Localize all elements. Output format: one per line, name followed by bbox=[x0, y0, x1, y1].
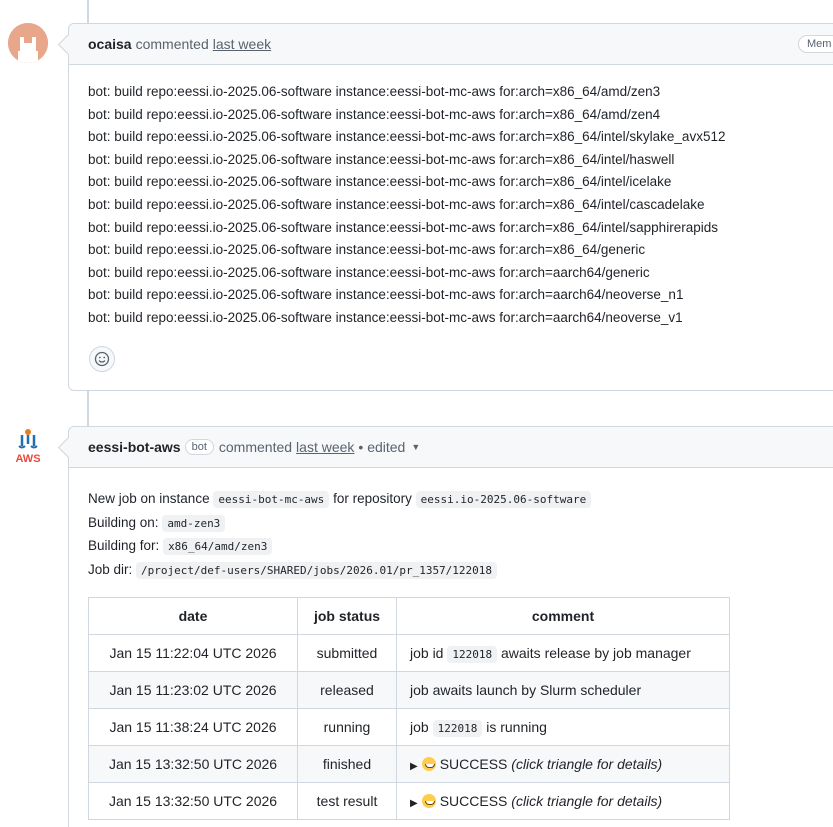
grinning-emoji-icon bbox=[421, 794, 436, 808]
bot-badge: bot bbox=[184, 439, 214, 455]
job-dir-label: Job dir: bbox=[88, 561, 133, 577]
job-dir-code: /project/def-users/SHARED/jobs/2026.01/p… bbox=[136, 561, 498, 579]
caret-down-icon[interactable]: ▼ bbox=[411, 442, 420, 452]
bot-command-line: bot: build repo:eessi.io-2025.06-softwar… bbox=[88, 309, 683, 325]
comment-action: commented bbox=[135, 36, 209, 52]
comment-text: is running bbox=[486, 719, 547, 735]
cell-status: test result bbox=[297, 782, 397, 820]
comment-author[interactable]: eessi-bot-aws bbox=[88, 439, 181, 455]
header-date: date bbox=[88, 597, 298, 635]
comment-time-link[interactable]: last week bbox=[296, 439, 354, 455]
cell-comment: job awaits launch by Slurm scheduler bbox=[396, 671, 730, 709]
bot-command-line: bot: build repo:eessi.io-2025.06-softwar… bbox=[88, 264, 650, 280]
comment-header: ocaisa commented last week Mem bbox=[69, 24, 833, 65]
comment-body: New job on instance eessi-bot-mc-aws for… bbox=[69, 468, 833, 582]
intro-mid: for repository bbox=[333, 491, 412, 506]
job-dir-line: Job dir: /project/def-users/SHARED/jobs/… bbox=[88, 559, 833, 583]
bot-command-line: bot: build repo:eessi.io-2025.06-softwar… bbox=[88, 151, 675, 167]
result-text: SUCCESS bbox=[439, 756, 508, 772]
cell-status: released bbox=[297, 671, 397, 709]
details-hint: (click triangle for details) bbox=[511, 793, 663, 809]
disclosure-triangle-icon[interactable]: ▶ bbox=[410, 798, 418, 809]
repository-code: eessi.io-2025.06-software bbox=[415, 491, 592, 508]
building-for-line: Building for: x86_64/amd/zen3 bbox=[88, 535, 833, 559]
bot-command-line: bot: build repo:eessi.io-2025.06-softwar… bbox=[88, 174, 672, 190]
cell-date: Jan 15 11:22:04 UTC 2026 bbox=[88, 634, 298, 672]
cell-date: Jan 15 11:23:02 UTC 2026 bbox=[88, 671, 298, 709]
table-row: Jan 15 11:38:24 UTC 2026 running job 122… bbox=[88, 708, 730, 746]
header-comment: comment bbox=[396, 597, 730, 635]
building-on-line: Building on: amd-zen3 bbox=[88, 512, 833, 536]
cell-comment: job id 122018 awaits release by job mana… bbox=[396, 634, 730, 672]
cell-status: finished bbox=[297, 745, 397, 783]
job-intro-line: New job on instance eessi-bot-mc-aws for… bbox=[88, 488, 833, 512]
bot-command-line: bot: build repo:eessi.io-2025.06-softwar… bbox=[88, 287, 684, 303]
comment-text: awaits release by job manager bbox=[501, 645, 691, 661]
disclosure-triangle-icon[interactable]: ▶ bbox=[410, 761, 418, 772]
table-row: Jan 15 11:23:02 UTC 2026 released job aw… bbox=[88, 671, 730, 709]
intro-prefix: New job on instance bbox=[88, 491, 210, 506]
avatar-eessi-bot-aws[interactable]: AWS bbox=[8, 426, 48, 466]
aws-logo-text: AWS bbox=[15, 453, 40, 465]
cell-status: submitted bbox=[297, 634, 397, 672]
bot-command-line: bot: build repo:eessi.io-2025.06-softwar… bbox=[88, 242, 646, 258]
comment-author[interactable]: ocaisa bbox=[88, 36, 132, 52]
table-row: Jan 15 13:32:50 UTC 2026 finished ▶ SUCCE… bbox=[88, 745, 730, 783]
header-job-status: job status bbox=[297, 597, 397, 635]
comment-text: job bbox=[410, 719, 429, 735]
table-row: Jan 15 11:22:04 UTC 2026 submitted job i… bbox=[88, 634, 730, 672]
table-header-row: date job status comment bbox=[88, 597, 730, 635]
building-for-label: Building for: bbox=[88, 538, 160, 553]
comment-ocaisa: ocaisa commented last week Mem bot: buil… bbox=[68, 23, 833, 391]
edited-dropdown[interactable]: • edited bbox=[358, 439, 405, 455]
cell-date: Jan 15 11:38:24 UTC 2026 bbox=[88, 708, 298, 746]
building-on-code: amd-zen3 bbox=[162, 514, 226, 532]
eessi-aws-logo: AWS bbox=[8, 426, 48, 466]
table-row: Jan 15 13:32:50 UTC 2026 test result ▶ SU… bbox=[88, 782, 730, 820]
comment-header: eessi-bot-aws bot commented last week • … bbox=[69, 427, 833, 468]
bot-command-line: bot: build repo:eessi.io-2025.06-softwar… bbox=[88, 129, 726, 145]
grinning-emoji-icon bbox=[421, 757, 436, 771]
cell-date: Jan 15 13:32:50 UTC 2026 bbox=[88, 782, 298, 820]
add-reaction-button[interactable] bbox=[89, 346, 115, 372]
avatar-identicon bbox=[8, 23, 48, 63]
timeline-line-middle bbox=[87, 391, 89, 426]
instance-code: eessi-bot-mc-aws bbox=[213, 491, 330, 508]
bot-command-line: bot: build repo:eessi.io-2025.06-softwar… bbox=[88, 106, 661, 122]
cell-comment: job 122018 is running bbox=[396, 708, 730, 746]
building-on-label: Building on: bbox=[88, 514, 159, 530]
bot-command-line: bot: build repo:eessi.io-2025.06-softwar… bbox=[88, 196, 705, 212]
smiley-icon bbox=[94, 351, 110, 367]
cell-comment[interactable]: ▶ SUCCESS (click triangle for details) bbox=[396, 745, 730, 783]
member-badge: Mem bbox=[798, 35, 833, 53]
avatar-ocaisa[interactable] bbox=[8, 23, 48, 63]
job-id-code: 122018 bbox=[447, 646, 498, 663]
cell-status: running bbox=[297, 708, 397, 746]
cell-date: Jan 15 13:32:50 UTC 2026 bbox=[88, 745, 298, 783]
comment-eessi-bot-aws: eessi-bot-aws bot commented last week • … bbox=[68, 426, 833, 827]
bot-command-line: bot: build repo:eessi.io-2025.06-softwar… bbox=[88, 84, 661, 99]
comment-body: bot: build repo:eessi.io-2025.06-softwar… bbox=[69, 65, 833, 330]
job-id-code: 122018 bbox=[432, 720, 483, 737]
comment-time-link[interactable]: last week bbox=[213, 36, 271, 52]
comment-text: job id bbox=[410, 645, 444, 661]
result-text: SUCCESS bbox=[439, 793, 508, 809]
building-for-code: x86_64/amd/zen3 bbox=[163, 538, 273, 555]
cell-comment[interactable]: ▶ SUCCESS (click triangle for details) bbox=[396, 782, 730, 820]
timeline-line-top bbox=[87, 0, 89, 23]
job-status-table: date job status comment Jan 15 11:22:04 … bbox=[88, 597, 730, 820]
bot-command-line: bot: build repo:eessi.io-2025.06-softwar… bbox=[88, 219, 718, 235]
comment-action: commented bbox=[218, 439, 293, 455]
details-hint: (click triangle for details) bbox=[511, 756, 663, 772]
